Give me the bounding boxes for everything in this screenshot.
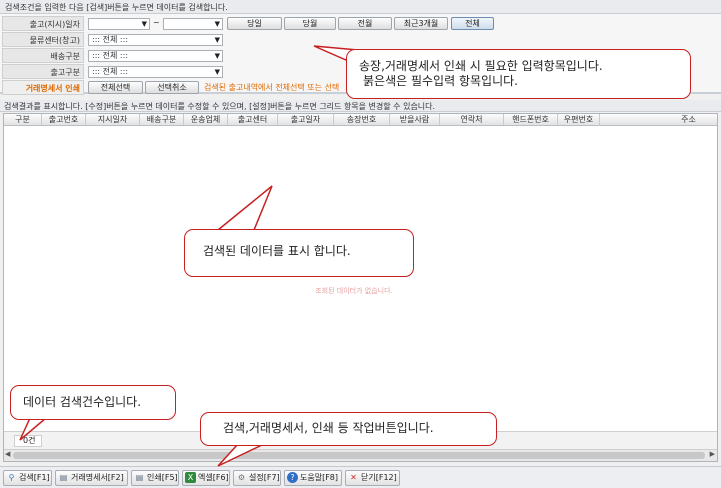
top-instruction-bar: 검색조건을 입력한 다음 [검색]버튼을 누르면 데이터를 검색합니다. (0, 0, 721, 14)
col-outno[interactable]: 출고번호 (42, 114, 86, 125)
scroll-left-icon[interactable]: ◀ (5, 450, 10, 458)
excel-button[interactable]: X 엑셀[F6] (182, 470, 230, 486)
date-to-input[interactable]: ▼ (163, 18, 223, 30)
settings-button[interactable]: ⚙ 설정[F7] (233, 470, 281, 486)
date-row: 출고(지시)일자 ▼ ~ ▼ 당일 당월 전월 최근3개월 전체 (0, 16, 721, 31)
callout-1-line-1: 송장,거래명세서 인쇄 시 필요한 입력항목입니다. (359, 59, 603, 73)
range-separator: ~ (153, 18, 160, 27)
excel-icon: X (185, 472, 196, 483)
scroll-thumb[interactable] (13, 452, 705, 459)
callout-input-fields: 송장,거래명세서 인쇄 시 필요한 입력항목입니다. 붉은색은 필수입력 항목입… (346, 49, 691, 99)
result-count: 0건 (14, 435, 42, 447)
date-last-month-button[interactable]: 전월 (338, 17, 392, 30)
col-receiver[interactable]: 받을사람 (390, 114, 440, 125)
col-mobile[interactable]: 핸드폰번호 (504, 114, 558, 125)
callout-grid-data: 검색된 데이터를 표시 합니다. (184, 229, 414, 277)
col-zip[interactable]: 우편번호 (558, 114, 600, 125)
chevron-down-icon: ▼ (214, 20, 220, 28)
col-contact[interactable]: 연락처 (440, 114, 504, 125)
chevron-down-icon: ▼ (214, 68, 220, 76)
print-label: 거래명세서 인쇄 (2, 80, 84, 95)
print-button-label: 인쇄[F5] (147, 473, 178, 482)
printer-icon: ▤ (135, 473, 144, 482)
callout-1-line-2: 붉은색은 필수입력 항목입니다. (363, 74, 518, 88)
search-button[interactable]: ⚲ 검색[F1] (3, 470, 52, 486)
date-today-button[interactable]: 당일 (227, 17, 282, 30)
col-address[interactable]: 주소 (600, 114, 717, 125)
help-icon: ? (287, 472, 298, 483)
chevron-down-icon: ▼ (214, 36, 220, 44)
date-3months-button[interactable]: 최근3개월 (394, 17, 448, 30)
result-info-bar: 검색결과를 표시합니다. [수정]버튼을 누르면 데이터를 수정할 수 있으며,… (0, 100, 721, 112)
callout-action-buttons: 검색,거래명세서, 인쇄 등 작업버튼입니다. (200, 412, 497, 446)
col-ship[interactable]: 배송구분 (140, 114, 184, 125)
chevron-down-icon: ▼ (141, 20, 147, 28)
col-carrier[interactable]: 운송업체 (184, 114, 228, 125)
callout-result-count: 데이터 검색건수입니다. (10, 385, 176, 420)
close-button-label: 닫기[F12] (361, 473, 397, 482)
search-icon: ⚲ (8, 473, 15, 482)
ship-select-value: ::: 전체 ::: (92, 51, 128, 60)
outtype-select[interactable]: ::: 전체 ::: ▼ (88, 66, 223, 78)
print-button[interactable]: ▤ 인쇄[F5] (131, 470, 179, 486)
ship-select[interactable]: ::: 전체 ::: ▼ (88, 50, 223, 62)
col-orderdate[interactable]: 지시일자 (86, 114, 140, 125)
gear-icon: ⚙ (237, 473, 246, 482)
printer-icon: ▤ (59, 473, 68, 482)
excel-button-label: 엑셀[F6] (198, 473, 229, 482)
action-toolbar: ⚲ 검색[F1] ▤ 거래명세서[F2] ▤ 인쇄[F5] X 엑셀[F6] ⚙ 설정[F… (0, 466, 721, 488)
no-data-message: 조회된 데이터가 없습니다. (315, 287, 393, 295)
deselect-button[interactable]: 선택취소 (145, 81, 199, 94)
outtype-label: 출고구분 (2, 64, 84, 79)
statement-button[interactable]: ▤ 거래명세서[F2] (55, 470, 128, 486)
settings-button-label: 설정[F7] (249, 473, 280, 482)
col-center[interactable]: 출고센터 (228, 114, 278, 125)
horizontal-scrollbar[interactable]: ◀ ▶ (4, 449, 717, 461)
scroll-right-icon[interactable]: ▶ (710, 450, 715, 458)
date-from-input[interactable]: ▼ (88, 18, 150, 30)
statement-button-label: 거래명세서[F2] (71, 473, 124, 482)
date-this-month-button[interactable]: 당월 (284, 17, 336, 30)
col-invoice[interactable]: 송장번호 (334, 114, 390, 125)
close-icon: ✕ (350, 473, 357, 482)
col-outdate[interactable]: 출고일자 (278, 114, 334, 125)
chevron-down-icon: ▼ (214, 52, 220, 60)
help-button[interactable]: ? 도움말[F8] (284, 470, 342, 486)
center-select[interactable]: ::: 전체 ::: ▼ (88, 34, 223, 46)
ship-label: 배송구분 (2, 48, 84, 63)
center-label: 물류센터(창고) (2, 32, 84, 47)
date-label: 출고(지시)일자 (2, 16, 84, 31)
print-hint: 검색된 출고내역에서 전체선택 또는 선택 (204, 83, 340, 92)
grid-header: 구분 출고번호 지시일자 배송구분 운송업체 출고센터 출고일자 송장번호 받을… (4, 114, 717, 126)
help-button-label: 도움말[F8] (300, 473, 339, 482)
col-type[interactable]: 구분 (4, 114, 42, 125)
center-select-value: ::: 전체 ::: (92, 35, 128, 44)
outtype-select-value: ::: 전체 ::: (92, 67, 128, 76)
select-all-button[interactable]: 전체선택 (88, 81, 143, 94)
date-all-button[interactable]: 전체 (451, 17, 494, 30)
search-button-label: 검색[F1] (19, 473, 50, 482)
close-button[interactable]: ✕ 닫기[F12] (345, 470, 400, 486)
center-row: 물류센터(창고) ::: 전체 ::: ▼ (0, 32, 721, 47)
